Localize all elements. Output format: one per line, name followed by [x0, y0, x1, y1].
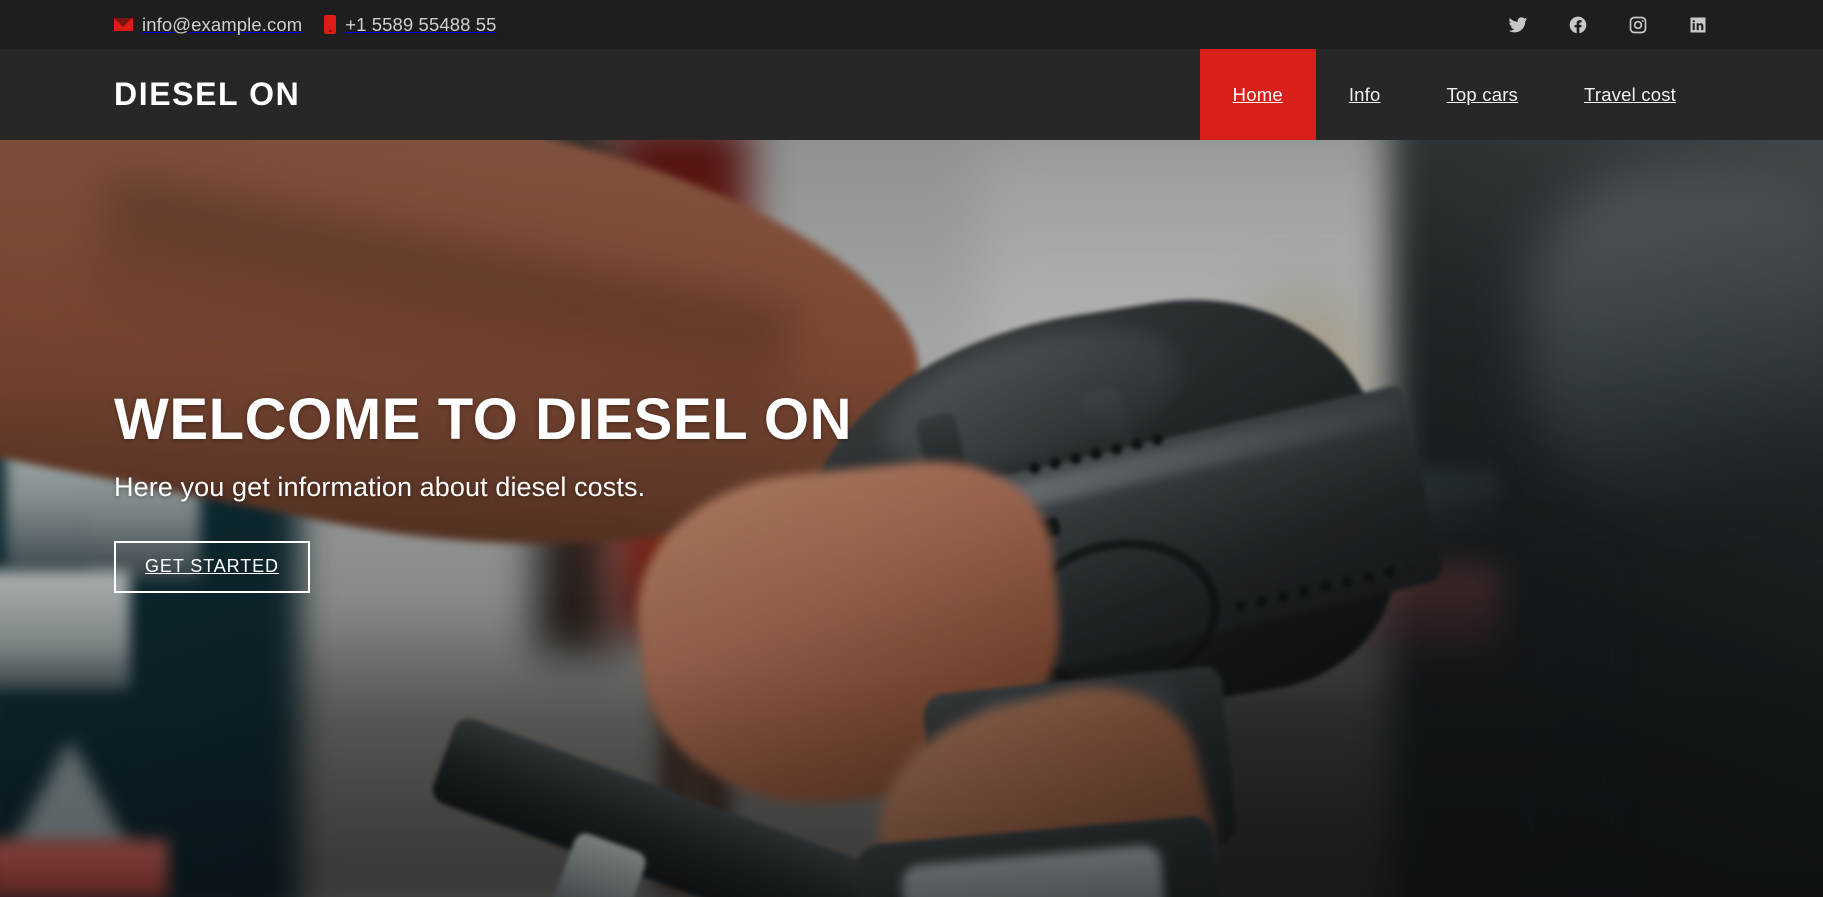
social-links-group: [1507, 14, 1709, 36]
facebook-icon[interactable]: [1567, 14, 1589, 36]
instagram-icon[interactable]: [1627, 14, 1649, 36]
twitter-icon[interactable]: [1507, 14, 1529, 36]
mail-icon: [114, 18, 133, 31]
email-contact-link[interactable]: info@example.com: [114, 14, 302, 36]
hero-content: WELCOME TO DIESEL ON Here you get inform…: [114, 387, 853, 593]
phone-text: +1 5589 55488 55: [345, 13, 497, 35]
phone-icon: [324, 15, 337, 34]
hero-title: WELCOME TO DIESEL ON: [114, 387, 853, 452]
nav-item-travel-cost[interactable]: Travel cost: [1551, 49, 1709, 140]
email-text: info@example.com: [142, 13, 303, 35]
nav-item-home[interactable]: Home: [1199, 49, 1316, 140]
contact-info-group: info@example.com +1 5589 55488 55: [114, 14, 497, 36]
nav-item-top-cars[interactable]: Top cars: [1413, 49, 1551, 140]
hero-subtitle: Here you get information about diesel co…: [114, 471, 646, 502]
main-navigation: Home Info Top cars Travel cost: [1199, 49, 1709, 140]
hero-section: WELCOME TO DIESEL ON Here you get inform…: [0, 140, 1823, 897]
get-started-button[interactable]: GET STARTED: [114, 540, 310, 593]
linkedin-icon[interactable]: [1687, 14, 1709, 36]
page-root: info@example.com +1 5589 55488 55 DIESEL…: [0, 0, 1823, 897]
phone-contact-link[interactable]: +1 5589 55488 55: [324, 14, 496, 36]
site-header: DIESEL ON Home Info Top cars Travel cost: [0, 49, 1823, 140]
site-logo[interactable]: DIESEL ON: [114, 76, 300, 113]
nav-item-info[interactable]: Info: [1316, 49, 1414, 140]
top-contact-bar: info@example.com +1 5589 55488 55: [0, 0, 1823, 49]
